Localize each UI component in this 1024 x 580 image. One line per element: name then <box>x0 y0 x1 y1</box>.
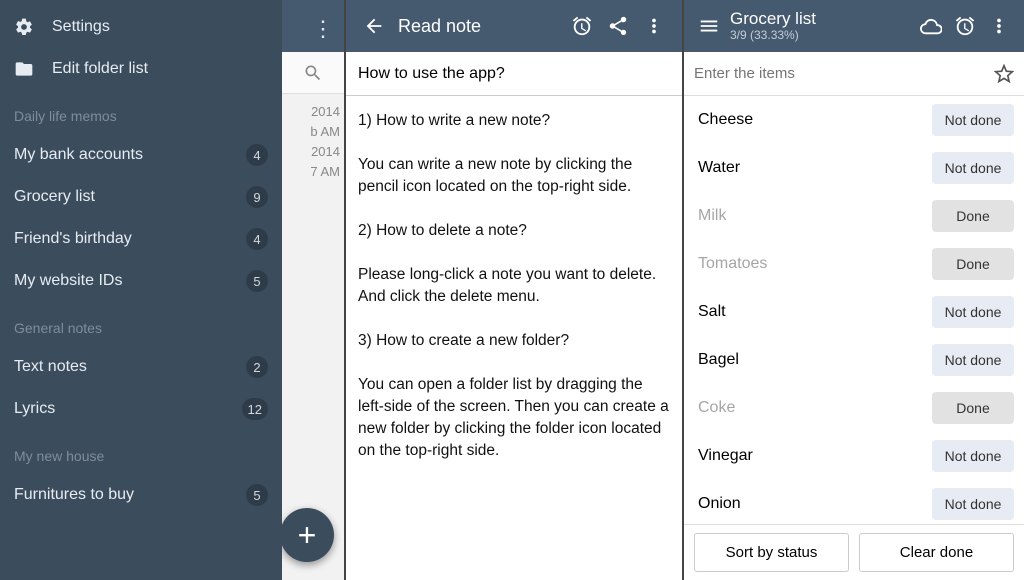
drawer-section-header: My new house <box>0 430 282 474</box>
overflow-button[interactable] <box>982 15 1016 37</box>
grocery-item-name: Coke <box>698 399 735 417</box>
grocery-input[interactable] <box>694 65 994 82</box>
share-button[interactable] <box>600 15 636 37</box>
grocery-item-name: Bagel <box>698 351 739 369</box>
menu-button[interactable] <box>692 15 726 37</box>
more-vert-icon <box>988 15 1010 37</box>
drawer-item-website-ids[interactable]: My website IDs 5 <box>0 260 282 302</box>
grocery-list: CheeseNot doneWaterNot doneMilkDoneTomat… <box>684 96 1024 524</box>
count-badge: 9 <box>246 186 268 208</box>
grocery-item-name: Vinegar <box>698 447 753 465</box>
grocery-item-name: Onion <box>698 495 741 513</box>
nav-drawer: Settings Edit folder list Daily life mem… <box>0 0 282 580</box>
drawer-item-bank-accounts[interactable]: My bank accounts 4 <box>0 134 282 176</box>
drawer-section-header: Daily life memos <box>0 90 282 134</box>
alarm-icon <box>954 15 976 37</box>
left-background-content: ⋮ 2014 b AM 2014 7 AM + <box>282 0 344 580</box>
grocery-item: Milk Done <box>684 192 1024 240</box>
drawer-edit-folders-label: Edit folder list <box>52 60 148 78</box>
drawer-item-grocery-list[interactable]: Grocery list 9 <box>0 176 282 218</box>
alarm-icon <box>571 15 593 37</box>
grocery-bottom-bar: Sort by status Clear done <box>684 524 1024 580</box>
left-bg-header: ⋮ <box>282 0 344 52</box>
arrow-left-icon <box>363 15 385 37</box>
grocery-item: Cheese Not done <box>684 96 1024 144</box>
grocery-header: Grocery list 3/9 (33.33%) <box>684 0 1024 52</box>
grocery-item-status-button[interactable]: Not done <box>932 440 1014 472</box>
count-badge: 4 <box>246 144 268 166</box>
grocery-input-row <box>684 52 1024 96</box>
left-bg-text: 2014 b AM 2014 7 AM <box>282 94 344 190</box>
cloud-button[interactable] <box>914 15 948 37</box>
drawer-edit-folders[interactable]: Edit folder list <box>0 48 282 90</box>
app-root: ⋮ 2014 b AM 2014 7 AM + Settings Edit fo… <box>0 0 1024 580</box>
grocery-progress: 3/9 (33.33%) <box>730 28 914 42</box>
folder-icon <box>14 59 34 79</box>
note-body: 1) How to write a new note? You can writ… <box>346 96 682 476</box>
share-icon <box>607 15 629 37</box>
note-reader-title: Read note <box>392 16 564 37</box>
drawer-item-furnitures[interactable]: Furnitures to buy 5 <box>0 474 282 516</box>
hamburger-icon <box>698 15 720 37</box>
grocery-item-status-button[interactable]: Done <box>932 392 1014 424</box>
grocery-title: Grocery list <box>730 10 914 28</box>
clear-done-button[interactable]: Clear done <box>859 533 1014 572</box>
drawer-item-lyrics[interactable]: Lyrics 12 <box>0 388 282 430</box>
drawer-section-header: General notes <box>0 302 282 346</box>
grocery-item-name: Water <box>698 159 740 177</box>
fab-add-note[interactable]: + <box>280 508 334 562</box>
drawer-settings-label: Settings <box>52 18 110 36</box>
search-icon <box>303 63 323 83</box>
panel-middle: Read note How to use the app? 1) How to … <box>344 0 684 580</box>
overflow-button[interactable] <box>636 15 672 37</box>
note-reader-header: Read note <box>346 0 682 52</box>
grocery-item-status-button[interactable]: Done <box>932 248 1014 280</box>
count-badge: 2 <box>246 356 268 378</box>
grocery-item-status-button[interactable]: Not done <box>932 344 1014 376</box>
grocery-item-name: Cheese <box>698 111 753 129</box>
count-badge: 5 <box>246 270 268 292</box>
grocery-item-status-button[interactable]: Done <box>932 200 1014 232</box>
grocery-item-status-button[interactable]: Not done <box>932 488 1014 520</box>
grocery-item: Tomatoes Done <box>684 240 1024 288</box>
grocery-item-status-button[interactable]: Not done <box>932 152 1014 184</box>
panel-left: ⋮ 2014 b AM 2014 7 AM + Settings Edit fo… <box>0 0 344 580</box>
grocery-item-name: Salt <box>698 303 726 321</box>
drawer-item-text-notes[interactable]: Text notes 2 <box>0 346 282 388</box>
grocery-item-status-button[interactable]: Not done <box>932 296 1014 328</box>
grocery-item: Vinegar Not done <box>684 432 1024 480</box>
grocery-item: Bagel Not done <box>684 336 1024 384</box>
count-badge: 12 <box>242 398 268 420</box>
grocery-item-name: Tomatoes <box>698 255 767 273</box>
left-bg-search-bar[interactable] <box>282 52 344 94</box>
overflow-icon[interactable]: ⋮ <box>312 16 334 42</box>
grocery-item-status-button[interactable]: Not done <box>932 104 1014 136</box>
count-badge: 5 <box>246 484 268 506</box>
grocery-item: Onion Not done <box>684 480 1024 524</box>
star-icon[interactable] <box>994 64 1014 84</box>
drawer-settings[interactable]: Settings <box>0 6 282 48</box>
drawer-item-friends-birthday[interactable]: Friend's birthday 4 <box>0 218 282 260</box>
alarm-button[interactable] <box>564 15 600 37</box>
gear-icon <box>14 17 34 37</box>
back-button[interactable] <box>356 15 392 37</box>
more-vert-icon <box>643 15 665 37</box>
count-badge: 4 <box>246 228 268 250</box>
alarm-button[interactable] <box>948 15 982 37</box>
panel-right: Grocery list 3/9 (33.33%) Cheese Not done… <box>684 0 1024 580</box>
note-title: How to use the app? <box>346 52 682 96</box>
sort-by-status-button[interactable]: Sort by status <box>694 533 849 572</box>
grocery-item: Water Not done <box>684 144 1024 192</box>
grocery-item: Coke Done <box>684 384 1024 432</box>
grocery-item: Salt Not done <box>684 288 1024 336</box>
cloud-icon <box>920 15 942 37</box>
grocery-item-name: Milk <box>698 207 726 225</box>
